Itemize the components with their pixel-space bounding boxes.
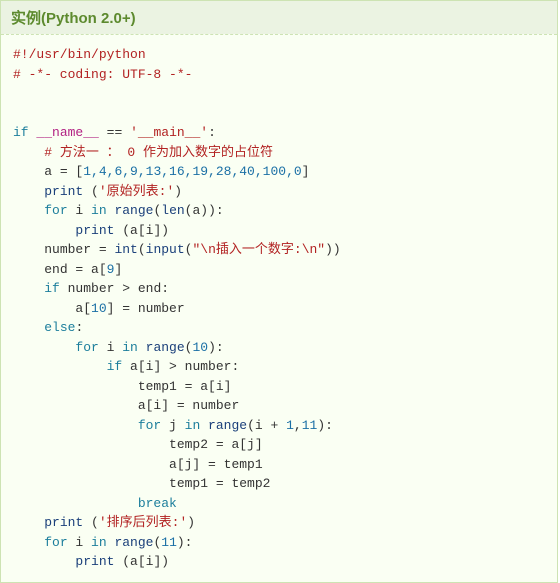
stmt: a[j] = temp1 [169,457,263,472]
stmt: temp1 = temp2 [169,476,270,491]
assign-end: end = a[ [44,262,106,277]
num-11: 11 [161,535,177,550]
rest: (a[i]) [114,554,169,569]
kw-for: for [75,340,98,355]
coding-comment: # -*- coding: UTF-8 -*- [13,67,192,82]
fn-print: print [75,223,114,238]
bracket-close: ] [114,262,122,277]
kw-in: in [185,418,201,433]
kw-break: break [138,496,177,511]
fn-print: print [44,515,83,530]
var-j: j [161,418,184,433]
stmt: temp2 = a[j] [169,437,263,452]
paren: ( [83,515,99,530]
str-insert: "\n插入一个数字:\n" [192,242,325,257]
paren-close: )) [325,242,341,257]
paren-close: ) [187,515,195,530]
paren-close: ): [208,340,224,355]
var-i: i [68,535,91,550]
paren-close: ): [317,418,333,433]
rest: (a)): [185,203,224,218]
colon: : [75,320,83,335]
rest: ] = number [107,301,185,316]
var-i: i [99,340,122,355]
var-i: i [68,203,91,218]
stmt: temp1 = a[i] [138,379,232,394]
kw-in: in [91,535,107,550]
str-sorted: '排序后列表:' [99,515,187,530]
stmt: a[i] = number [138,398,239,413]
kw-for: for [44,535,67,550]
fn-print: print [75,554,114,569]
example-container: 实例(Python 2.0+) #!/usr/bin/python # -*- … [0,0,558,583]
list-nums: 1,4,6,9,13,16,19,28,40,100,0 [83,164,301,179]
kw-else: else [44,320,75,335]
comment-method1: # 方法一 ： 0 作为加入数字的占位符 [44,145,273,160]
kw-in: in [122,340,138,355]
fn-input: input [146,242,185,257]
dunder-name: __name__ [36,125,98,140]
rest: (a[i]) [114,223,169,238]
str-main: '__main__' [130,125,208,140]
paren: (i + [247,418,286,433]
paren-close: ) [174,184,182,199]
num-10: 10 [192,340,208,355]
num-11: 11 [302,418,318,433]
list-close: ] [302,164,310,179]
colon: : [208,125,216,140]
paren: ( [138,242,146,257]
kw-for: for [44,203,67,218]
assign-number: number = [44,242,114,257]
fn-range: range [138,340,185,355]
code-block: #!/usr/bin/python # -*- coding: UTF-8 -*… [1,34,557,582]
cond: a[i] > number: [122,359,239,374]
comma: , [294,418,302,433]
paren-close: ): [177,535,193,550]
kw-in: in [91,203,107,218]
kw-if: if [13,125,29,140]
paren: ( [153,535,161,550]
fn-len: len [161,203,184,218]
num-10: 10 [91,301,107,316]
kw-if: if [44,281,60,296]
fn-range: range [107,535,154,550]
fn-print: print [44,184,83,199]
kw-if: if [107,359,123,374]
assign-a: a = [ [44,164,83,179]
op-eq: == [99,125,130,140]
shebang-line: #!/usr/bin/python [13,47,146,62]
fn-range: range [107,203,154,218]
kw-for: for [138,418,161,433]
idx-a: a[ [75,301,91,316]
paren: ( [83,184,99,199]
str-orig: '原始列表:' [99,184,174,199]
fn-range: range [200,418,247,433]
num-1: 1 [286,418,294,433]
cond: number > end: [60,281,169,296]
fn-int: int [114,242,137,257]
example-header: 实例(Python 2.0+) [1,1,557,34]
